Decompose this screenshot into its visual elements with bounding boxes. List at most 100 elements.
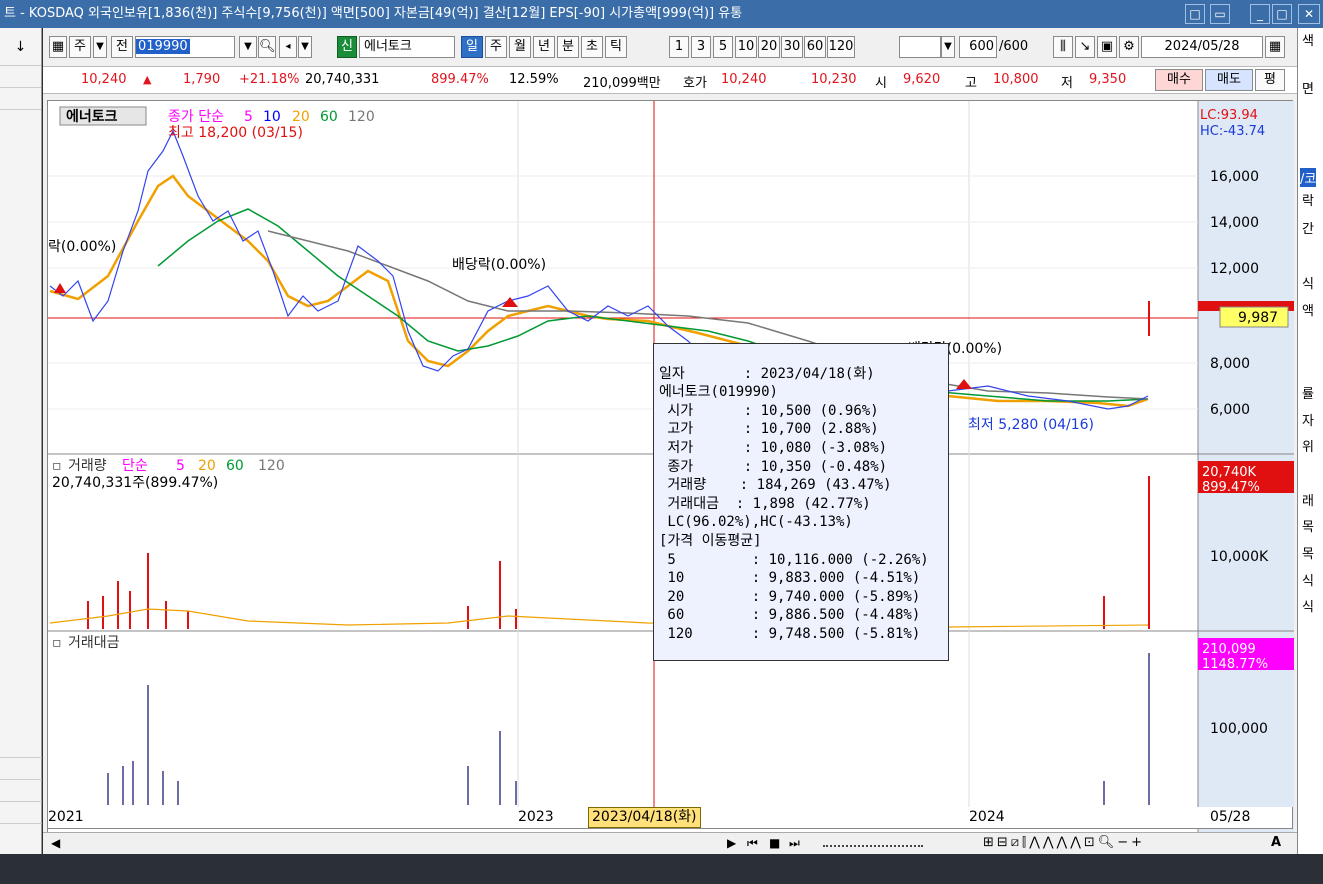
- chart-menu-icon[interactable]: ▦: [49, 36, 67, 58]
- restore-icon[interactable]: □: [1185, 4, 1205, 24]
- period-second[interactable]: 초: [581, 36, 603, 58]
- interval-1[interactable]: 1: [669, 36, 689, 58]
- interval-30[interactable]: 30: [781, 36, 803, 58]
- gear-icon[interactable]: ⚙: [1119, 36, 1139, 58]
- price-change: 1,790: [183, 72, 221, 87]
- scroll-back-icon[interactable]: ⏮: [747, 836, 758, 851]
- tooltip-volume: 거래량 : 184,269 (43.47%): [659, 477, 892, 494]
- right-panel-text: 목: [1302, 547, 1314, 562]
- count-input[interactable]: 600: [959, 36, 997, 58]
- ma5-legend: 5: [244, 109, 253, 125]
- maximize-button[interactable]: □: [1272, 4, 1292, 24]
- stock-code-input[interactable]: 019990: [135, 36, 235, 58]
- period-day[interactable]: 일: [461, 36, 483, 58]
- interval-5[interactable]: 5: [713, 36, 733, 58]
- right-side-panel: 색 면 /코 락 간 식 액 률 자 위 래 목 목 식 식: [1297, 28, 1323, 854]
- sin-badge[interactable]: 신: [337, 36, 357, 58]
- period-year[interactable]: 년: [533, 36, 555, 58]
- volume-value-text: 20,740,331주(899.47%): [52, 475, 218, 491]
- volume-ma-label: 단순: [122, 458, 148, 474]
- right-panel-text: 면: [1302, 82, 1314, 97]
- period-tick[interactable]: 틱: [605, 36, 627, 58]
- minimize-button[interactable]: _: [1250, 4, 1270, 24]
- scroll-left-icon[interactable]: ◀: [51, 836, 60, 850]
- tooltip-ma10: 10 : 9,883.000 (-4.51%): [659, 570, 921, 587]
- change-percent: +21.18%: [239, 72, 300, 87]
- interval-10[interactable]: 10: [735, 36, 757, 58]
- left-panel-row[interactable]: [0, 66, 41, 88]
- volume-ma120-legend: 120: [258, 458, 285, 474]
- interval-120[interactable]: 120: [827, 36, 855, 58]
- interval-20[interactable]: 20: [758, 36, 780, 58]
- low-label: 저: [1061, 76, 1073, 91]
- drawing-tools-icons[interactable]: ⊞⊟⧄⫿⋀⋀⋀⋀⊡🔍︎−+: [983, 835, 1145, 850]
- popout-icon[interactable]: ▭: [1210, 4, 1230, 24]
- chevron-down-icon[interactable]: ▼: [239, 36, 257, 58]
- volume-tag-value: 20,740K: [1202, 465, 1256, 480]
- chevron-down-icon[interactable]: ▼: [941, 36, 955, 58]
- candle-icon[interactable]: ⫼: [1053, 36, 1073, 58]
- interval-input[interactable]: [899, 36, 941, 58]
- right-panel-text: 락: [1302, 194, 1314, 209]
- scroll-play-icon[interactable]: ▶: [727, 836, 736, 850]
- period-minute[interactable]: 분: [557, 36, 579, 58]
- date-input[interactable]: 2024/05/28: [1141, 36, 1263, 58]
- x-axis: 2021 2023 2024 05/28 2023/04/18(화): [47, 807, 1293, 829]
- jeon-button[interactable]: 전: [111, 36, 133, 58]
- horizontal-grid: [48, 175, 1198, 410]
- chevron-down-icon[interactable]: ▼: [298, 36, 312, 58]
- left-panel-tab[interactable]: [0, 802, 42, 824]
- amount-panel-box[interactable]: ▫: [52, 635, 62, 651]
- right-panel-text: 액: [1302, 304, 1314, 319]
- amount-tag-pct: 1148.77%: [1202, 657, 1268, 672]
- hoga-label: 호가: [683, 76, 707, 91]
- text-tool-icon[interactable]: A: [1271, 835, 1281, 850]
- ma10-legend: 10: [263, 109, 281, 125]
- save-icon[interactable]: ▣: [1097, 36, 1117, 58]
- left-panel-row[interactable]: [0, 88, 41, 110]
- left-panel-tab[interactable]: [0, 736, 42, 758]
- min-price-annotation: 최저 5,280 (04/16): [968, 417, 1094, 433]
- volume-panel-box[interactable]: ▫: [52, 458, 62, 474]
- volume-tag-pct: 899.47%: [1202, 480, 1260, 495]
- right-panel-text: 식: [1302, 600, 1314, 615]
- close-button[interactable]: ✕: [1298, 4, 1320, 24]
- up-arrow-icon: ▲: [143, 73, 152, 86]
- tooltip-ma120: 120 : 9,748.500 (-5.81%): [659, 625, 921, 642]
- window-title: 트 - KOSDAQ 외국인보유[1,836(천)] 주식수[9,756(천)]…: [4, 6, 743, 21]
- line-tool-icon[interactable]: ↘: [1075, 36, 1095, 58]
- zoom-slider[interactable]: [823, 839, 923, 847]
- sell-button[interactable]: 매도: [1205, 69, 1253, 91]
- stock-code-value: 019990: [136, 39, 190, 54]
- calendar-icon[interactable]: ▦: [1265, 36, 1285, 58]
- fast-forward-icon[interactable]: ⏭: [789, 836, 800, 851]
- eval-button[interactable]: 평: [1255, 69, 1285, 91]
- quote-bar: 10,240 ▲ 1,790 +21.18% 20,740,331 899.47…: [43, 66, 1297, 94]
- dividend-label: 배당락(0.00%): [452, 257, 546, 273]
- price-series: [49, 129, 1149, 410]
- right-panel-text: 간: [1302, 222, 1314, 237]
- period-week[interactable]: 주: [485, 36, 507, 58]
- stock-name-field[interactable]: 에너토크: [359, 36, 455, 58]
- x-tick: 2023: [518, 809, 554, 825]
- left-panel-tab[interactable]: [0, 758, 42, 780]
- period-month[interactable]: 월: [509, 36, 531, 58]
- tooltip-amount: 거래대금 : 1,898 (42.77%): [659, 495, 871, 512]
- down-arrow-icon[interactable]: ↓: [0, 28, 41, 66]
- stop-icon[interactable]: ■: [769, 836, 780, 850]
- interval-60[interactable]: 60: [804, 36, 826, 58]
- right-panel-text: 래: [1302, 494, 1314, 509]
- interval-3[interactable]: 3: [691, 36, 711, 58]
- y-tick: 8,000: [1210, 356, 1250, 372]
- chevron-down-icon[interactable]: ▼: [93, 36, 107, 58]
- speaker-icon[interactable]: ◂: [279, 36, 297, 58]
- left-panel-tab[interactable]: [0, 780, 42, 802]
- bottom-scrollbar[interactable]: ◀ ▶ ⏮ ■ ⏭ ⊞⊟⧄⫿⋀⋀⋀⋀⊡🔍︎−+ A: [43, 832, 1297, 854]
- y-tick: 16,000: [1210, 169, 1259, 185]
- buy-button[interactable]: 매수: [1155, 69, 1203, 91]
- tooltip-high: 고가 : 10,700 (2.88%): [659, 421, 879, 438]
- current-price: 10,240: [81, 72, 127, 87]
- search-icon[interactable]: 🔍︎: [258, 36, 276, 58]
- right-panel-text: 위: [1302, 440, 1314, 455]
- jumun-button[interactable]: 주: [69, 36, 91, 58]
